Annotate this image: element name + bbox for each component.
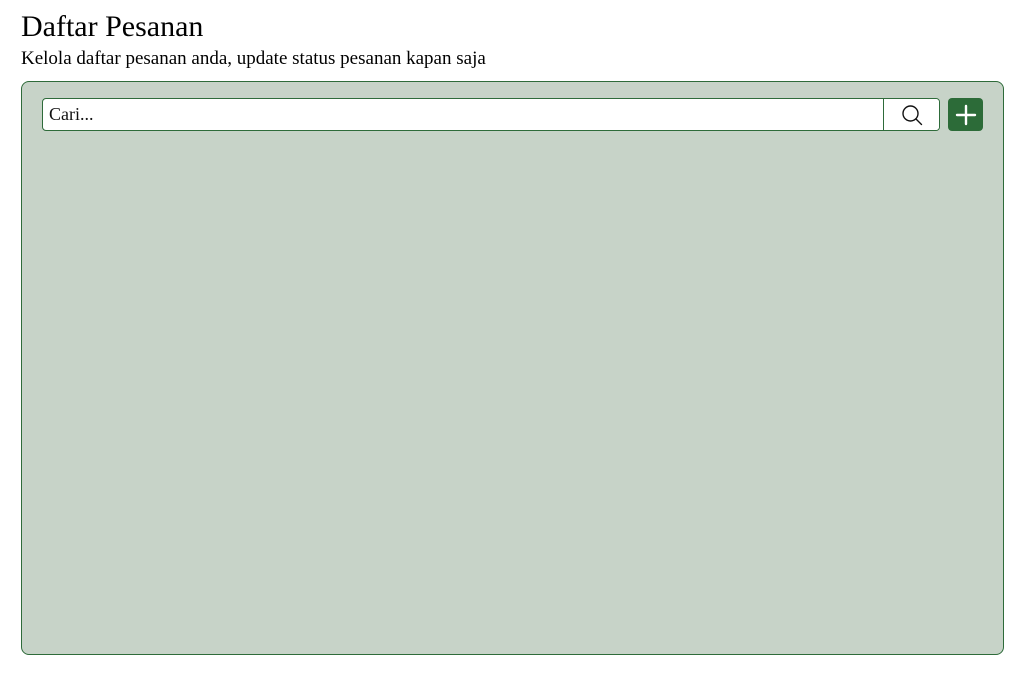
search-input[interactable] [43, 99, 883, 130]
search-button[interactable] [883, 99, 939, 130]
page-subtitle: Kelola daftar pesanan anda, update statu… [21, 48, 486, 69]
plus-icon [955, 104, 977, 126]
orders-panel [21, 81, 1004, 655]
add-order-button[interactable] [948, 98, 983, 131]
search-icon [901, 104, 923, 126]
orders-page: Daftar Pesanan Kelola daftar pesanan and… [0, 0, 1025, 677]
search-bar [42, 98, 940, 131]
page-title: Daftar Pesanan [21, 10, 204, 43]
